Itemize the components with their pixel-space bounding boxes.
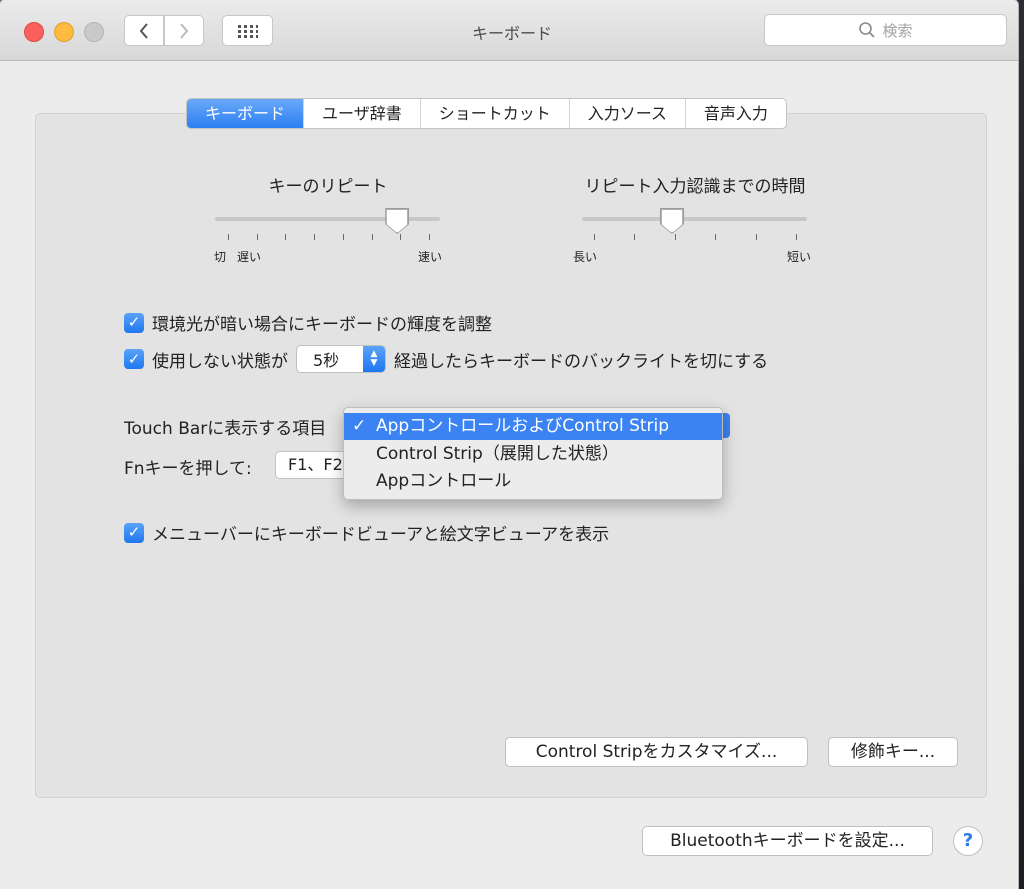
menubar-viewer-row[interactable]: ✓ メニューバーにキーボードビューアと絵文字ビューアを表示 (124, 520, 609, 545)
tab-keyboard[interactable]: キーボード (187, 99, 304, 128)
repeat-delay-title: リピート入力認識までの時間 (584, 177, 806, 197)
tab-input-sources[interactable]: 入力ソース (568, 99, 685, 128)
option-label: Appコントロール (376, 471, 512, 491)
touch-bar-popup-menu[interactable]: ✓ AppコントロールおよびControl Strip Control Stri… (343, 407, 723, 500)
slider-tick (634, 234, 636, 240)
key-repeat-knob[interactable] (385, 208, 410, 234)
backlight-row[interactable]: ✓ 使用しない状態が 5秒 ▲ ▼ 経過したらキーボードのバックライトを切にする (124, 345, 768, 373)
customize-control-strip-button[interactable]: Control Stripをカスタマイズ... (505, 737, 808, 767)
touch-bar-option-app-controls-strip[interactable]: ✓ AppコントロールおよびControl Strip (344, 413, 722, 440)
fn-key-label: Fnキーを押して: (124, 459, 252, 479)
slider-tick (400, 234, 402, 240)
repeat-delay-short-label: 短い (787, 250, 812, 264)
key-repeat-slow-label: 遅い (237, 250, 262, 264)
updown-arrows-icon: ▲ ▼ (363, 346, 385, 372)
help-button[interactable]: ? (953, 826, 983, 856)
backlight-label-before: 使用しない状態が (152, 351, 288, 372)
slider-tick (285, 234, 287, 240)
slider-tick (594, 234, 595, 240)
backlight-checkbox[interactable]: ✓ (124, 349, 144, 369)
slider-tick (314, 234, 316, 240)
tab-dictation[interactable]: 音声入力 (684, 99, 786, 128)
backlight-timeout-value: 5秒 (313, 351, 340, 370)
bluetooth-keyboard-setup-button[interactable]: Bluetoothキーボードを設定... (642, 826, 933, 856)
key-repeat-title: キーのリピート (268, 177, 388, 197)
slider-tick (342, 234, 344, 240)
key-repeat-fast-label: 速い (418, 250, 443, 264)
titlebar: キーボード 検索 (0, 0, 1018, 61)
option-label: AppコントロールおよびControl Strip (376, 416, 670, 436)
slider-tick (371, 234, 373, 240)
menubar-viewer-checkbox[interactable]: ✓ (124, 522, 144, 543)
tab-user-dictionary[interactable]: ユーザ辞書 (303, 99, 420, 128)
option-label: Control Strip（展開した状態） (376, 444, 619, 464)
menubar-viewer-label: メニューバーにキーボードビューアと絵文字ビューアを表示 (152, 525, 610, 545)
touch-bar-label: Touch Barに表示する項目 (124, 419, 327, 439)
backlight-timeout-popup[interactable]: 5秒 ▲ ▼ (296, 345, 386, 373)
search-icon (859, 22, 876, 38)
repeat-delay-knob[interactable] (660, 208, 684, 234)
search-placeholder: 検索 (882, 21, 913, 40)
adjust-brightness-checkbox[interactable]: ✓ (124, 312, 144, 333)
slider-tick (429, 234, 430, 240)
slider-tick (228, 234, 229, 240)
slider-tick (796, 234, 797, 240)
adjust-brightness-row[interactable]: ✓ 環境光が暗い場合にキーボードの輝度を調整 (124, 310, 492, 335)
touch-bar-option-app-controls[interactable]: Appコントロール (344, 468, 722, 495)
preferences-window: キーボード 検索 キーボード ユーザ辞書 ショートカット 入力ソース 音声入力 … (0, 0, 1018, 889)
search-field[interactable]: 検索 (764, 14, 1007, 46)
repeat-delay-long-label: 長い (573, 250, 598, 264)
slider-tick (715, 234, 717, 240)
backlight-label-after: 経過したらキーボードのバックライトを切にする (394, 351, 769, 372)
slider-tick (674, 234, 676, 240)
slider-tick (256, 234, 258, 240)
slider-tick (755, 234, 757, 240)
repeat-delay-track[interactable] (582, 217, 807, 221)
modifier-keys-button[interactable]: 修飾キー... (828, 737, 958, 767)
checkmark-icon: ✓ (352, 416, 367, 436)
key-repeat-off-label: 切 (214, 250, 227, 264)
tab-shortcuts[interactable]: ショートカット (419, 99, 569, 128)
touch-bar-option-expanded-strip[interactable]: Control Strip（展開した状態） (344, 441, 722, 468)
adjust-brightness-label: 環境光が暗い場合にキーボードの輝度を調整 (152, 315, 492, 335)
tab-bar: キーボード ユーザ辞書 ショートカット 入力ソース 音声入力 (186, 98, 787, 129)
